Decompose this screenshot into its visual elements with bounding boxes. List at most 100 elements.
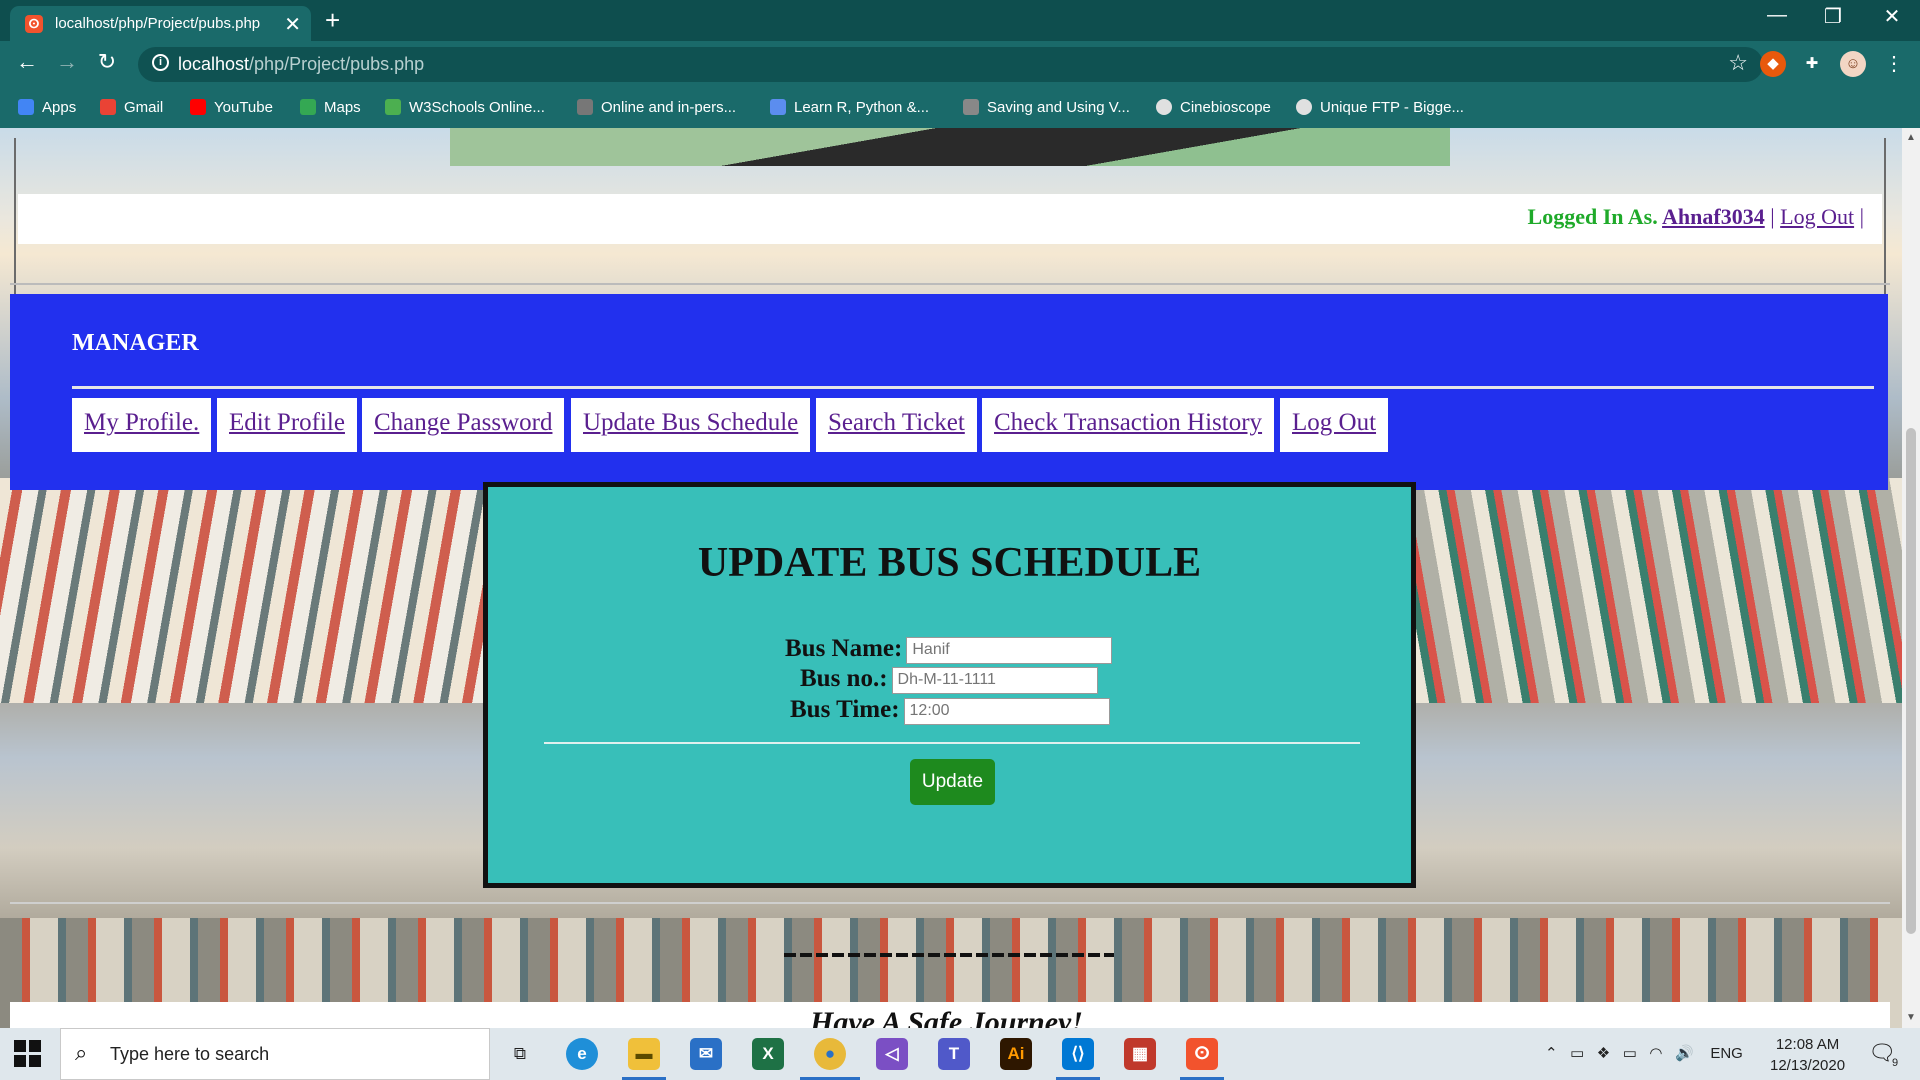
url-host: localhost	[178, 54, 250, 74]
maps-pin-icon	[300, 99, 316, 115]
menu-kebab-icon[interactable]: ⋮	[1881, 51, 1907, 77]
edge-icon[interactable]: e	[566, 1038, 598, 1070]
role-heading: MANAGER	[72, 330, 199, 356]
globe-icon	[577, 99, 593, 115]
bookmark-online-inperson[interactable]: Online and in-pers...	[577, 99, 736, 116]
profile-avatar-icon[interactable]: ☺	[1840, 51, 1866, 77]
clock-time: 12:08 AM	[1775, 1036, 1840, 1053]
header-logout-link[interactable]: Log Out	[1780, 204, 1854, 229]
reload-icon[interactable]: ↻	[92, 49, 122, 75]
browser-tab-bar: ⵙ localhost/php/Project/pubs.php ✕ + — ❐…	[0, 0, 1920, 41]
scrollbar-thumb[interactable]	[1906, 428, 1916, 934]
teams-icon[interactable]: T	[938, 1038, 970, 1070]
page-scrollbar[interactable]: ▲ ▼	[1902, 128, 1920, 1028]
mail-icon[interactable]: ✉	[690, 1038, 722, 1070]
extensions-puzzle-icon[interactable]: ✚	[1799, 51, 1825, 77]
nav-change-password[interactable]: Change Password	[362, 398, 565, 452]
bus-name-label: Bus Name:	[785, 635, 903, 662]
form-title: UPDATE BUS SCHEDULE	[697, 540, 1202, 586]
minimize-icon[interactable]: —	[1757, 4, 1797, 27]
notification-count: 9	[1891, 1057, 1899, 1069]
bookmark-learn-r-python[interactable]: Learn R, Python &...	[770, 99, 929, 116]
file-explorer-icon[interactable]: ▬	[628, 1038, 660, 1070]
language-indicator[interactable]: ENG	[1710, 1045, 1743, 1062]
globe-icon	[1296, 99, 1312, 115]
xampp-favicon-icon: ⵙ	[25, 15, 43, 33]
bookmark-star-icon[interactable]: ☆	[1728, 50, 1748, 76]
login-status-bar: Logged In As. Ahnaf3034 | Log Out |	[18, 194, 1882, 244]
bus-name-input[interactable]	[906, 636, 1113, 664]
notification-center-icon[interactable]: 🗨9	[1868, 1040, 1902, 1069]
divider	[72, 386, 1874, 389]
windows-start-icon[interactable]	[14, 1040, 42, 1068]
nav-update-bus-schedule[interactable]: Update Bus Schedule	[571, 398, 811, 452]
browser-tab[interactable]: ⵙ localhost/php/Project/pubs.php ✕	[10, 6, 311, 41]
nav-check-transaction-history[interactable]: Check Transaction History	[982, 398, 1275, 452]
bookmark-apps[interactable]: Apps	[18, 99, 76, 116]
visual-studio-icon[interactable]: ◁	[876, 1038, 908, 1070]
xampp-icon[interactable]: ⵙ	[1186, 1038, 1218, 1070]
search-placeholder: Type here to search	[110, 1044, 270, 1064]
feather-icon	[963, 99, 979, 115]
forward-icon[interactable]: →	[52, 49, 82, 75]
gmail-icon	[100, 99, 116, 115]
update-schedule-form: UPDATE BUS SCHEDULE Bus Name: Bus no.: B…	[483, 482, 1416, 888]
page-viewport: Logged In As. Ahnaf3034 | Log Out | MANA…	[0, 128, 1902, 1028]
back-icon[interactable]: ←	[12, 49, 42, 75]
bookmark-gmail[interactable]: Gmail	[100, 99, 163, 116]
username-link[interactable]: Ahnaf3034	[1662, 204, 1765, 229]
bus-time-input[interactable]	[903, 697, 1110, 725]
bus-no-input[interactable]	[891, 666, 1098, 694]
excel-icon[interactable]: X	[752, 1038, 784, 1070]
windows-taskbar: ⌕ Type here to search ⧉ e ▬ ✉ X ● ◁ T Ai…	[0, 1028, 1920, 1080]
bookmark-w3schools[interactable]: W3Schools Online...	[385, 99, 545, 116]
bookmark-unique-ftp[interactable]: Unique FTP - Bigge...	[1296, 99, 1464, 116]
new-tab-button[interactable]: +	[325, 5, 340, 36]
bookmark-cinebioscope[interactable]: Cinebioscope	[1156, 99, 1271, 116]
footer-text: Have A Safe Journey!	[810, 1006, 1084, 1028]
vscode-icon[interactable]: ⟨⟩	[1062, 1038, 1094, 1070]
w3schools-icon	[385, 99, 401, 115]
nav-log-out[interactable]: Log Out	[1280, 398, 1389, 452]
restore-icon[interactable]: ❐	[1813, 4, 1853, 29]
chrome-icon[interactable]: ●	[814, 1038, 846, 1070]
site-info-icon[interactable]: i	[152, 54, 169, 71]
manager-panel: MANAGER My Profile. Edit Profile Change …	[10, 294, 1888, 490]
background-bus-photo-right	[1415, 478, 1902, 703]
logged-in-label: Logged In As.	[1527, 204, 1658, 229]
task-view-icon[interactable]: ⧉	[504, 1038, 536, 1070]
extension-icon[interactable]: ◆	[1760, 51, 1786, 77]
divider	[10, 283, 1890, 285]
address-bar[interactable]: i localhost/php/Project/pubs.php ☆	[138, 47, 1763, 82]
taskbar-search-box[interactable]: ⌕ Type here to search	[60, 1028, 490, 1080]
nav-my-profile[interactable]: My Profile.	[72, 398, 212, 452]
bus-name-row: Bus Name:	[785, 635, 1113, 664]
tab-close-icon[interactable]: ✕	[284, 12, 301, 37]
apps-grid-icon	[18, 99, 34, 115]
bookmark-youtube[interactable]: YouTube	[190, 99, 273, 116]
footer: Have A Safe Journey!	[10, 1002, 1890, 1028]
bookmark-saving-using[interactable]: Saving and Using V...	[963, 99, 1130, 116]
globe-icon	[1156, 99, 1172, 115]
scroll-up-icon[interactable]: ▲	[1906, 132, 1916, 143]
update-button[interactable]: Update	[910, 759, 995, 805]
search-icon: ⌕	[75, 1040, 88, 1065]
illustrator-icon[interactable]: Ai	[1000, 1038, 1032, 1070]
nav-edit-profile[interactable]: Edit Profile	[217, 398, 357, 452]
clock-date: 12/13/2020	[1770, 1057, 1846, 1074]
youtube-icon	[190, 99, 206, 115]
browser-toolbar: ← → ↻ i localhost/php/Project/pubs.php ☆…	[0, 41, 1920, 88]
background-bus-photo-left	[0, 478, 485, 703]
taskbar-clock[interactable]: 12:08 AM 12/13/2020	[1770, 1034, 1845, 1076]
scroll-down-icon[interactable]: ▼	[1906, 1012, 1916, 1023]
winrar-icon[interactable]: ▦	[1124, 1038, 1156, 1070]
bus-no-row: Bus no.:	[800, 665, 1098, 694]
divider	[544, 742, 1360, 744]
dashed-divider	[784, 953, 1114, 957]
close-window-icon[interactable]: ✕	[1872, 4, 1912, 29]
system-tray[interactable]: ⌃ ▭ ❖ ▭ ◠ 🔊 ENG	[1545, 1044, 1743, 1062]
bookmark-maps[interactable]: Maps	[300, 99, 361, 116]
bookmarks-bar: Apps Gmail YouTube Maps W3Schools Online…	[0, 88, 1920, 128]
nav-search-ticket[interactable]: Search Ticket	[816, 398, 977, 452]
url-path: /php/Project/pubs.php	[249, 54, 425, 74]
